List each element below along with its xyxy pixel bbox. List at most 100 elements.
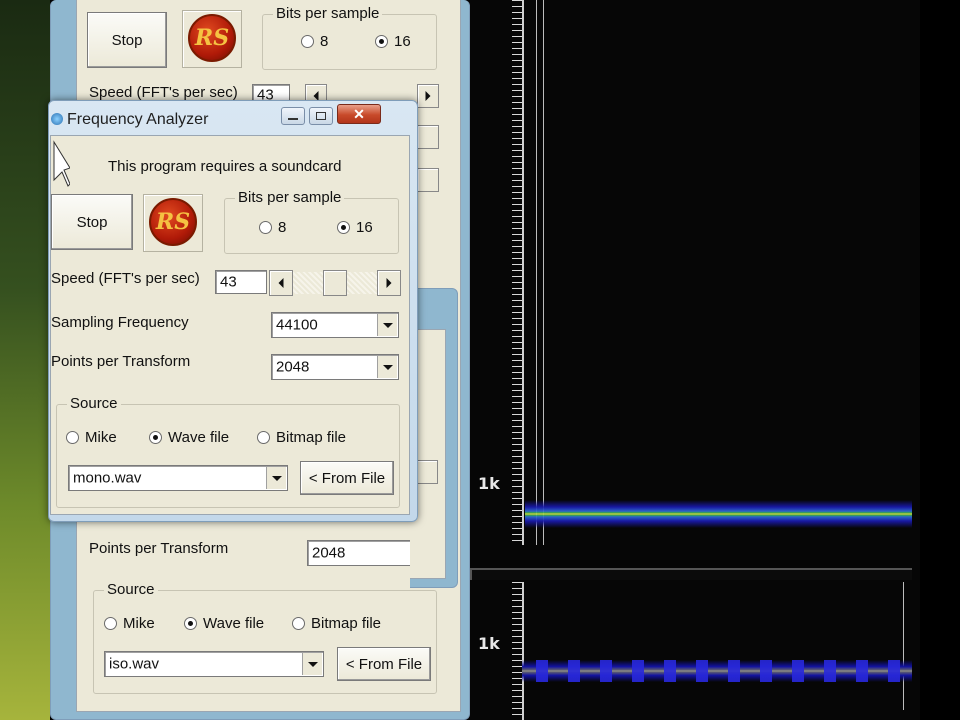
points-label: Points per Transform bbox=[51, 353, 191, 370]
bits-16-label: 16 bbox=[356, 219, 373, 236]
soundcard-notice: This program requires a soundcard bbox=[108, 158, 342, 175]
speed-right-arrow-icon[interactable] bbox=[377, 270, 401, 296]
points-select[interactable]: 2048 bbox=[271, 354, 399, 380]
top-cursor-line bbox=[536, 0, 537, 545]
close-icon[interactable]: ✕ bbox=[337, 104, 381, 124]
logo-text: RS bbox=[155, 209, 191, 235]
spectrogram-divider bbox=[470, 568, 912, 580]
back-rs-logo-icon: RS bbox=[188, 14, 236, 62]
source-wave-radio[interactable]: Wave file bbox=[149, 429, 229, 446]
radio-dot-icon bbox=[66, 431, 79, 444]
back-from-file-label: < From File bbox=[345, 655, 423, 673]
back-radio-dot-selected-icon bbox=[375, 35, 388, 48]
sampling-value: 44100 bbox=[276, 316, 318, 334]
sampling-select[interactable]: 44100 bbox=[271, 312, 399, 338]
stop-label: Stop bbox=[76, 213, 108, 231]
back-logo-text: RS bbox=[194, 25, 230, 51]
file-value: mono.wav bbox=[73, 469, 142, 487]
chevron-down-icon bbox=[302, 653, 322, 675]
maximize-glyph bbox=[316, 112, 326, 120]
top-ruler-axis bbox=[522, 0, 524, 545]
radio-dot-icon bbox=[257, 431, 270, 444]
bits-group-title: Bits per sample bbox=[235, 189, 345, 206]
back-radio-dot-icon bbox=[292, 617, 305, 630]
from-file-button[interactable]: < From File bbox=[300, 461, 394, 495]
chevron-down-icon bbox=[377, 356, 397, 378]
minimize-icon[interactable] bbox=[281, 107, 305, 125]
back-speed-right-arrow-icon[interactable] bbox=[417, 84, 439, 108]
back-speed-label: Speed (FFT's per sec) bbox=[89, 84, 238, 101]
back-source-wave-radio[interactable]: Wave file bbox=[184, 615, 264, 632]
source-mike-radio[interactable]: Mike bbox=[66, 429, 117, 446]
source-bitmap-label: Bitmap file bbox=[276, 429, 347, 446]
speed-value-field: 43 bbox=[215, 270, 267, 294]
middle-dropdown-arrow-icon[interactable] bbox=[416, 460, 438, 484]
radio-dot-selected-icon bbox=[149, 431, 162, 444]
back-points-value: 2048 bbox=[312, 544, 346, 562]
top-cursor-line-2 bbox=[543, 0, 544, 545]
chevron-down-icon bbox=[266, 467, 286, 489]
top-frequency-band bbox=[525, 500, 912, 528]
bits-8-label: 8 bbox=[278, 219, 287, 236]
back-radio-dot-icon bbox=[301, 35, 314, 48]
bits-8-radio[interactable]: 8 bbox=[259, 219, 286, 236]
stop-button[interactable]: Stop bbox=[51, 194, 133, 250]
points-value: 2048 bbox=[276, 358, 310, 376]
bottom-frequency-band bbox=[522, 660, 912, 682]
maximize-icon[interactable] bbox=[309, 107, 333, 125]
spectrogram-display bbox=[470, 0, 920, 720]
source-bitmap-radio[interactable]: Bitmap file bbox=[257, 429, 346, 446]
chevron-down-icon bbox=[377, 314, 397, 336]
back-source-group-title: Source bbox=[104, 581, 158, 598]
back-bits-16-label: 16 bbox=[394, 33, 411, 50]
back-radio-dot-icon bbox=[104, 617, 117, 630]
back-bits-8-label: 8 bbox=[320, 33, 329, 50]
window-title: Frequency Analyzer bbox=[67, 111, 209, 128]
speed-value: 43 bbox=[220, 273, 237, 291]
back-source-group: Source Mike Wave file Bitmap file iso.wa… bbox=[93, 581, 437, 694]
back-points-dropdown-arrow-icon[interactable] bbox=[417, 168, 439, 192]
back-source-bitmap-label: Bitmap file bbox=[311, 615, 382, 632]
source-wave-label: Wave file bbox=[168, 429, 230, 446]
back-radio-dot-selected-icon bbox=[184, 617, 197, 630]
front-window-client: This program requires a soundcard Stop R… bbox=[50, 135, 410, 515]
desktop-wallpaper bbox=[0, 0, 50, 720]
radio-dot-icon bbox=[259, 221, 272, 234]
front-window: Frequency Analyzer ✕ This program requir… bbox=[48, 100, 418, 522]
back-bits-16-radio[interactable]: 16 bbox=[375, 33, 411, 50]
bottom-cursor-line bbox=[903, 582, 904, 710]
source-group: Source Mike Wave file Bitmap file mono.w… bbox=[56, 395, 400, 508]
bottom-ruler-axis bbox=[522, 582, 524, 720]
back-source-mike-label: Mike bbox=[123, 615, 155, 632]
back-bits-group: Bits per sample 8 16 bbox=[262, 5, 437, 70]
file-select[interactable]: mono.wav bbox=[68, 465, 288, 491]
source-group-title: Source bbox=[67, 395, 121, 412]
from-file-label: < From File bbox=[308, 469, 386, 487]
back-sampling-dropdown-arrow-icon[interactable] bbox=[417, 125, 439, 149]
close-glyph: ✕ bbox=[353, 105, 365, 122]
back-points-label: Points per Transform bbox=[89, 540, 229, 557]
bottom-1k-label: 1k bbox=[478, 634, 500, 653]
back-from-file-button[interactable]: < From File bbox=[337, 647, 431, 681]
back-source-mike-radio[interactable]: Mike bbox=[104, 615, 155, 632]
back-stop-button[interactable]: Stop bbox=[87, 12, 167, 68]
radio-dot-selected-icon bbox=[337, 221, 350, 234]
back-file-select[interactable]: iso.wav bbox=[104, 651, 324, 677]
speed-left-arrow-icon[interactable] bbox=[269, 270, 293, 296]
back-file-value: iso.wav bbox=[109, 655, 160, 673]
back-source-bitmap-radio[interactable]: Bitmap file bbox=[292, 615, 381, 632]
bits-group: Bits per sample 8 16 bbox=[224, 189, 399, 254]
bits-16-radio[interactable]: 16 bbox=[337, 219, 373, 236]
back-bits-group-title: Bits per sample bbox=[273, 5, 383, 22]
back-bits-8-radio[interactable]: 8 bbox=[301, 33, 328, 50]
speed-scroll-thumb[interactable] bbox=[323, 270, 347, 296]
top-1k-label: 1k bbox=[478, 474, 500, 493]
app-icon bbox=[51, 113, 63, 125]
rs-logo-icon: RS bbox=[149, 198, 197, 246]
speed-label: Speed (FFT's per sec) bbox=[51, 270, 200, 287]
sampling-label: Sampling Frequency bbox=[51, 314, 189, 331]
minimize-glyph bbox=[288, 118, 298, 120]
source-mike-label: Mike bbox=[85, 429, 117, 446]
mouse-cursor-icon bbox=[53, 140, 70, 187]
back-source-wave-label: Wave file bbox=[203, 615, 265, 632]
